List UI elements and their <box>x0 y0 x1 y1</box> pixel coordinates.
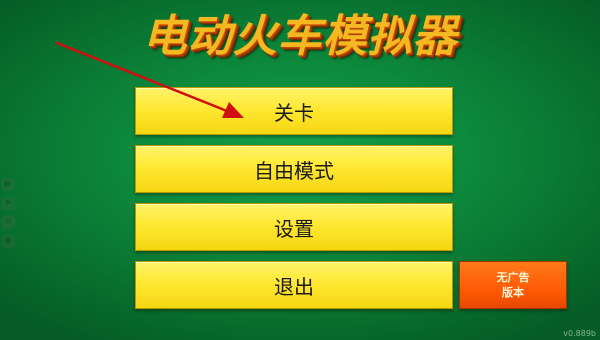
telegram-icon[interactable]: ➤ <box>1 197 15 210</box>
version-label: v0.889b <box>563 329 596 338</box>
vk-icon[interactable]: ℗ <box>1 216 15 229</box>
levels-button[interactable]: 关卡 <box>135 87 453 135</box>
game-title: 电动火车模拟器 <box>142 11 458 62</box>
no-ads-line2: 版本 <box>502 286 524 299</box>
main-menu-screen: 电动火车模拟器 关卡 自由模式 设置 退出 无广告 版本 ▶ ➤ ℗ ◉ v0.… <box>0 0 600 340</box>
free-mode-button-label: 自由模式 <box>254 158 334 183</box>
free-mode-button[interactable]: 自由模式 <box>135 145 453 193</box>
no-ads-version-button[interactable]: 无广告 版本 <box>459 261 567 309</box>
settings-button[interactable]: 设置 <box>135 203 453 251</box>
social-links-bar: ▶ ➤ ℗ ◉ <box>0 178 16 248</box>
exit-button-label: 退出 <box>274 274 314 299</box>
exit-button[interactable]: 退出 <box>135 261 453 309</box>
discord-icon[interactable]: ◉ <box>1 235 15 248</box>
no-ads-line1: 无广告 <box>496 271 530 284</box>
youtube-icon[interactable]: ▶ <box>1 178 15 191</box>
levels-button-label: 关卡 <box>274 100 314 125</box>
settings-button-label: 设置 <box>274 216 314 241</box>
